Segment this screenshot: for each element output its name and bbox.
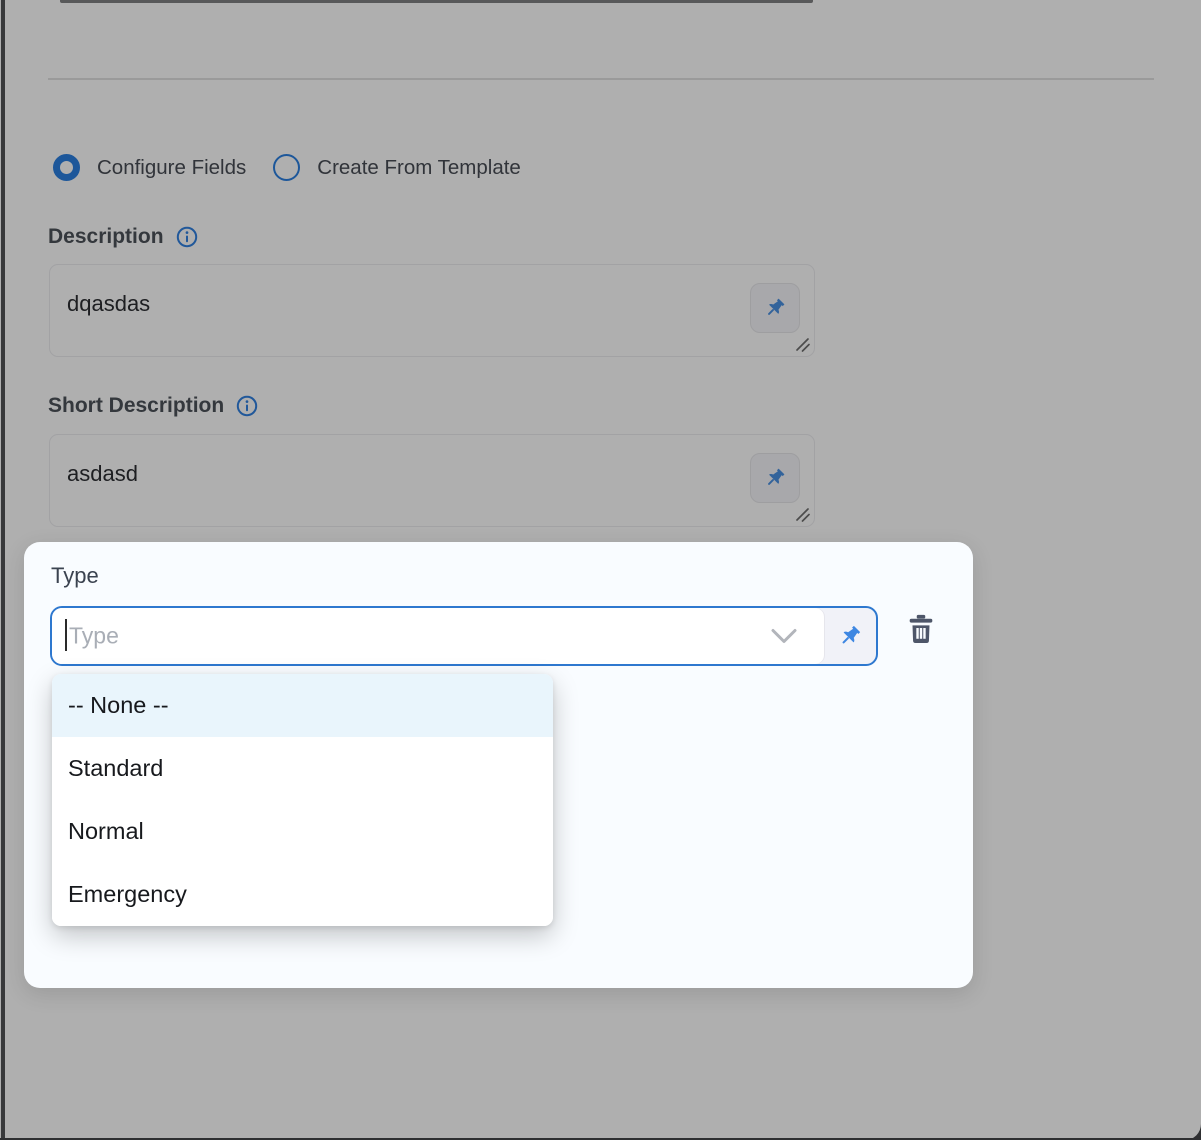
type-placeholder: Type [69,623,119,650]
type-label: Type [51,563,99,589]
dropdown-option-none[interactable]: -- None -- [52,674,553,737]
delete-field-button[interactable] [901,608,941,650]
window-left-edge [1,0,5,1140]
app-window: Configure Fields Create From Template De… [0,0,1201,1140]
pin-icon [836,622,864,650]
window-corner [1185,1124,1201,1140]
type-field-card: Type Type [24,542,973,988]
dropdown-option-standard[interactable]: Standard [52,737,553,800]
trash-icon [904,610,938,648]
chevron-down-icon[interactable] [771,628,797,644]
text-caret [65,619,67,651]
pin-button[interactable] [824,608,876,664]
type-dropdown-list: -- None -- Standard Normal Emergency [52,674,553,926]
type-combobox[interactable]: Type [50,606,878,666]
dropdown-option-normal[interactable]: Normal [52,800,553,863]
dropdown-option-emergency[interactable]: Emergency [52,863,553,926]
type-combobox-input[interactable]: Type [52,608,824,664]
